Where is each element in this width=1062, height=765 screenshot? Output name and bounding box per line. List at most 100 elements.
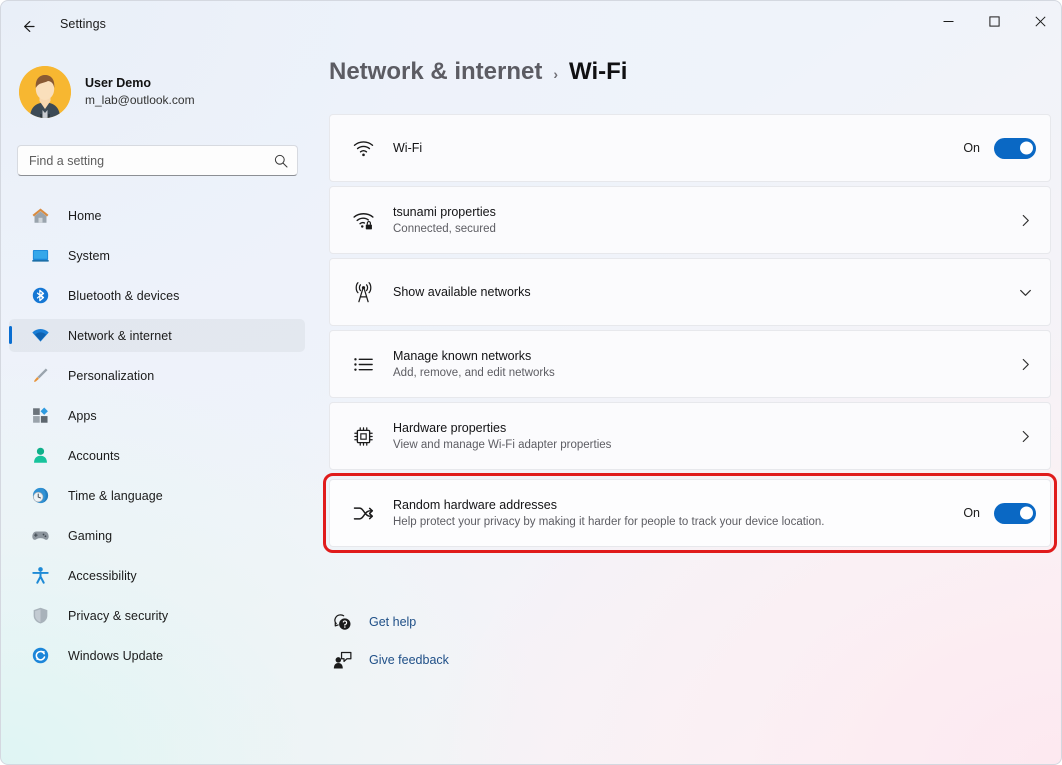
sidebar-item-accessibility[interactable]: Accessibility: [9, 559, 305, 592]
arrow-left-icon: [23, 20, 35, 32]
breadcrumb-parent[interactable]: Network & internet: [329, 58, 542, 86]
profile-email: m_lab@outlook.com: [85, 93, 195, 107]
card-texts: Manage known networks Add, remove, and e…: [393, 348, 1014, 381]
sidebar-item-gaming[interactable]: Gaming: [9, 519, 305, 552]
toggle-state-label: On: [963, 506, 980, 520]
maximize-button[interactable]: [971, 1, 1017, 41]
settings-card-list: Wi-Fi On tsunami properties Connected, s…: [323, 114, 1057, 556]
apps-icon: [29, 405, 51, 427]
sidebar-item-label: System: [68, 248, 110, 263]
card-random-hardware-addresses[interactable]: Random hardware addresses Help protect y…: [323, 473, 1057, 553]
search-input[interactable]: [29, 153, 274, 168]
breadcrumb-separator-icon: ›: [553, 66, 559, 82]
feedback-icon: [331, 649, 353, 671]
sidebar-item-accounts[interactable]: Accounts: [9, 439, 305, 472]
card-subtitle: Connected, secured: [393, 222, 496, 235]
sidebar-item-network-internet[interactable]: Network & internet: [9, 319, 305, 352]
sidebar-item-label: Accounts: [68, 448, 120, 463]
chevron-right-icon[interactable]: [1014, 209, 1036, 231]
search-box[interactable]: [17, 145, 298, 176]
card-texts: Show available networks: [393, 284, 1014, 300]
chevron-right-icon[interactable]: [1014, 425, 1036, 447]
card-control: [1014, 281, 1036, 303]
chevron-right-icon[interactable]: [1014, 353, 1036, 375]
sidebar-nav: Home System Bluetooth & devices Network …: [9, 199, 305, 679]
card-control: [1014, 425, 1036, 447]
sidebar-item-label: Home: [68, 208, 102, 223]
search-icon: [274, 154, 288, 168]
paintbrush-icon: [29, 365, 51, 387]
wifi-signal-icon: [348, 133, 378, 163]
search-container: [17, 145, 298, 176]
minimize-icon: [943, 20, 953, 22]
sidebar-item-bluetooth[interactable]: Bluetooth & devices: [9, 279, 305, 312]
profile-name: User Demo: [85, 76, 151, 90]
minimize-button[interactable]: [925, 1, 971, 41]
wifi-icon: [29, 325, 51, 347]
window-title: Settings: [60, 17, 106, 31]
avatar: [19, 66, 71, 118]
breadcrumb: Network & internet › Wi-Fi: [329, 58, 627, 86]
update-icon: [29, 645, 51, 667]
card-title: Hardware properties: [393, 420, 507, 435]
sidebar-item-privacy-security[interactable]: Privacy & security: [9, 599, 305, 632]
sidebar: User Demo m_lab@outlook.com Find a setti…: [1, 49, 313, 764]
card-title: Manage known networks: [393, 348, 532, 363]
toggle-knob: [1020, 506, 1033, 520]
chevron-down-icon[interactable]: [1014, 281, 1036, 303]
wifi-toggle[interactable]: [994, 137, 1036, 159]
sidebar-item-apps[interactable]: Apps: [9, 399, 305, 432]
card-wifi[interactable]: Wi-Fi On: [329, 114, 1051, 182]
bluetooth-icon: [29, 285, 51, 307]
shield-icon: [29, 605, 51, 627]
card-subtitle: View and manage Wi-Fi adapter properties: [393, 438, 612, 451]
close-button[interactable]: [1017, 1, 1061, 41]
home-icon: [29, 205, 51, 227]
card-control: On: [963, 502, 1036, 524]
profile-text: User Demo m_lab@outlook.com: [85, 76, 195, 108]
card-network-properties[interactable]: tsunami properties Connected, secured: [329, 186, 1051, 254]
main-content: Network & internet › Wi-Fi Wi-Fi On tsun…: [313, 49, 1061, 764]
user-avatar-icon: [19, 66, 71, 118]
clock-globe-icon: [29, 485, 51, 507]
system-icon: [29, 245, 51, 267]
title-bar: Settings: [1, 1, 1061, 49]
profile-card[interactable]: User Demo m_lab@outlook.com: [19, 62, 201, 122]
card-title: Wi-Fi: [393, 141, 423, 155]
give-feedback-label: Give feedback: [369, 653, 449, 667]
card-manage-known-networks[interactable]: Manage known networks Add, remove, and e…: [329, 330, 1051, 398]
page-title: Wi-Fi: [569, 58, 628, 85]
card-show-available-networks[interactable]: Show available networks: [329, 258, 1051, 326]
sidebar-item-label: Privacy & security: [68, 608, 169, 623]
back-button[interactable]: [11, 11, 45, 41]
card-control: On: [963, 137, 1036, 159]
card-texts: Random hardware addresses Help protect y…: [393, 497, 963, 530]
sidebar-item-system[interactable]: System: [9, 239, 305, 272]
toggle-state-label: On: [963, 141, 980, 155]
card-texts: Hardware properties View and manage Wi-F…: [393, 420, 1014, 453]
card-title: Random hardware addresses: [393, 497, 557, 512]
sidebar-item-label: Time & language: [68, 488, 163, 503]
card-hardware-properties[interactable]: Hardware properties View and manage Wi-F…: [329, 402, 1051, 470]
get-help-link[interactable]: Get help: [325, 609, 455, 635]
sidebar-item-home[interactable]: Home: [9, 199, 305, 232]
sidebar-item-windows-update[interactable]: Windows Update: [9, 639, 305, 672]
gamepad-icon: [29, 525, 51, 547]
sidebar-item-time-language[interactable]: Time & language: [9, 479, 305, 512]
help-icon: [331, 611, 353, 633]
accounts-icon: [29, 445, 51, 467]
shuffle-icon: [348, 498, 378, 528]
card-title: tsunami properties: [393, 204, 496, 219]
give-feedback-link[interactable]: Give feedback: [325, 647, 455, 673]
sidebar-item-label: Apps: [68, 408, 97, 423]
accessibility-icon: [29, 565, 51, 587]
maximize-icon: [988, 15, 1000, 27]
card-subtitle: Help protect your privacy by making it h…: [393, 515, 825, 528]
wifi-lock-icon: [348, 205, 378, 235]
highlight-wrapper: Random hardware addresses Help protect y…: [323, 473, 1057, 556]
sidebar-item-label: Bluetooth & devices: [68, 288, 180, 303]
sidebar-item-personalization[interactable]: Personalization: [9, 359, 305, 392]
sidebar-item-label: Windows Update: [68, 648, 164, 663]
card-title: Show available networks: [393, 285, 531, 299]
random-hardware-addresses-toggle[interactable]: [994, 502, 1036, 524]
